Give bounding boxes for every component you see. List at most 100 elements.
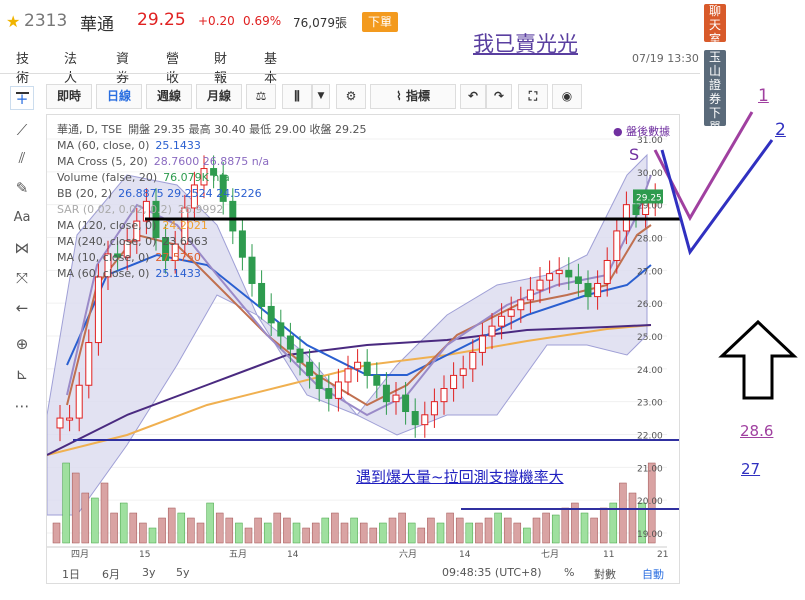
volume-bar [523,527,531,544]
clock-time: 09:48:35 (UTC+8) [442,566,542,579]
settings-gear-icon[interactable]: ⚙ [336,84,366,109]
candle-body [315,374,323,390]
price-change: +0.20 [198,14,235,28]
legend-ma240[interactable]: MA (240, close, 0) 23.6963 [57,235,208,248]
volume-bar [100,482,109,544]
legend-symbol[interactable]: 華通, D, TSE 開盤 29.35 最高 30.40 最低 29.00 收盤 … [57,121,367,137]
favorite-star-icon[interactable]: ★ [6,12,20,31]
candle-body [277,322,285,337]
range-1d-button[interactable]: 1日 [62,566,80,582]
brush-icon[interactable]: ✎ [10,176,34,200]
volume-bar [417,527,426,544]
indicators-icon: ⌇ [395,89,407,103]
camera-icon[interactable]: ◉ [552,84,582,109]
log-toggle[interactable]: 對數 [594,566,616,582]
fullscreen-icon[interactable]: ⛶ [518,84,548,109]
candle-body [478,335,486,353]
candle-body [546,273,554,281]
legend-ma60[interactable]: MA (60, close, 0) 25.1433 [57,139,201,152]
candle-body [286,335,294,350]
volume-bar [215,512,224,544]
volume-bar [446,512,454,544]
legend-label: 華通, D, TSE [57,123,123,136]
interval-monthly-button[interactable]: 月線 [196,84,242,109]
text-tool-icon[interactable]: Aa [10,206,34,230]
legend-label: MA (60, close, 0) [57,139,150,152]
volume-bar [350,517,358,544]
interval-weekly-button[interactable]: 週線 [146,84,192,109]
y-tick-label: 23.00 [637,399,663,409]
legend-value: 開盤 29.35 最高 30.40 最低 29.00 收盤 29.25 [128,123,367,136]
candle-type-icon[interactable]: ⫼ [282,84,312,109]
candle-body [94,276,102,344]
interval-intraday-button[interactable]: 即時 [46,84,92,109]
zoom-icon[interactable]: ⊕ [10,332,34,356]
candle-body [66,417,74,421]
legend-volume[interactable]: Volume (false, 20) 76.079K n/a [57,171,230,184]
legend-ma60b[interactable]: MA (60, close, 0) 25.1433 [57,267,201,280]
banner-annotation: 我已賣光光 [473,32,578,56]
candle-body [488,325,496,337]
volume-bar [561,507,570,544]
up-arrow-annotation [718,319,798,400]
volume-bar [254,517,262,544]
volume-bar [551,514,560,544]
volume-bar [62,462,70,544]
x-tick-label: 14 [287,550,299,560]
volume-bar [513,522,522,544]
candle-body [248,256,256,284]
stock-price: 29.25 [137,10,186,30]
redo-icon[interactable]: ↷ [486,84,512,109]
undo-icon[interactable]: ↶ [460,84,486,109]
range-6m-button[interactable]: 6月 [102,566,120,582]
range-3y-button[interactable]: 3y [142,566,156,579]
candle-body [450,374,458,390]
support-annotation: 遇到爆大量~拉回測支撐機率大 [356,468,564,486]
ruler-icon[interactable]: ⊾ [10,362,34,386]
legend-value: 26.9992 [177,203,224,216]
legend-ma120[interactable]: MA (120, close, 0) 24.2021 [57,219,208,232]
pattern-icon[interactable]: ⋈ [10,236,34,260]
candle-body [354,361,362,370]
volume-bar [455,517,464,544]
chart-canvas[interactable]: 31.0030.0029.0028.0027.0026.0025.0024.00… [47,115,681,585]
interval-daily-button[interactable]: 日線 [96,84,142,109]
candle-type-dropdown-icon[interactable]: ▼ [312,84,330,109]
crosshair-icon[interactable]: + [10,86,34,110]
after-hours-label[interactable]: ● 盤後數據 [613,123,670,139]
y-tick-label: 24.00 [637,366,663,376]
legend-value: 25.1433 [155,139,201,152]
x-tick-label: 五月 [229,549,247,560]
volume-bar [542,512,550,544]
volume-bar [273,512,282,544]
legend-macross[interactable]: MA Cross (5, 20) 28.7600 26.8875 n/a [57,155,269,168]
trendline-icon[interactable]: ⟋ [10,118,34,142]
auto-scale-toggle[interactable]: 自動 [642,566,664,582]
candle-body [392,394,400,403]
more-icon[interactable]: ⋯ [10,394,34,418]
chat-room-button[interactable]: 聊天室 [704,4,726,46]
volume-bar [465,522,474,544]
volume-bar [110,512,118,544]
indicators-button[interactable]: ⌇ 指標 [370,84,456,109]
order-button[interactable]: 下單 [362,12,398,32]
legend-bb[interactable]: BB (20, 2) 26.8875 29.2524 24.5226 [57,187,262,200]
measure-icon[interactable]: ⤧ [10,266,34,290]
y-tick-label: 22.00 [637,432,663,442]
candle-body [229,200,237,232]
range-5y-button[interactable]: 5y [176,566,190,579]
compare-scale-icon[interactable]: ⚖ [246,84,276,109]
volume-bar [628,492,637,544]
volume-bar [475,522,483,544]
legend-ma10[interactable]: MA (10, close, 0) 27.5750 [57,251,201,264]
price-chart[interactable]: 31.00 30.00 29.00 28.00 27.00 26.00 25.00 24.00… [46,114,681,585]
fibonacci-icon[interactable]: ⫽ [10,146,34,170]
percent-toggle[interactable]: % [564,566,574,579]
legend-label: MA (240, close, 0) [57,235,157,248]
volume-bar [292,522,301,544]
quote-datetime: 07/19 13:30 [632,52,699,65]
broker-order-button[interactable]: 玉山證券下單 [704,50,726,134]
legend-sar[interactable]: SAR (0.02, 0.02, 0.2) 26.9992 [57,203,223,216]
arrow-left-icon[interactable]: ← [10,296,34,320]
legend-label: MA (10, close, 0) [57,251,150,264]
